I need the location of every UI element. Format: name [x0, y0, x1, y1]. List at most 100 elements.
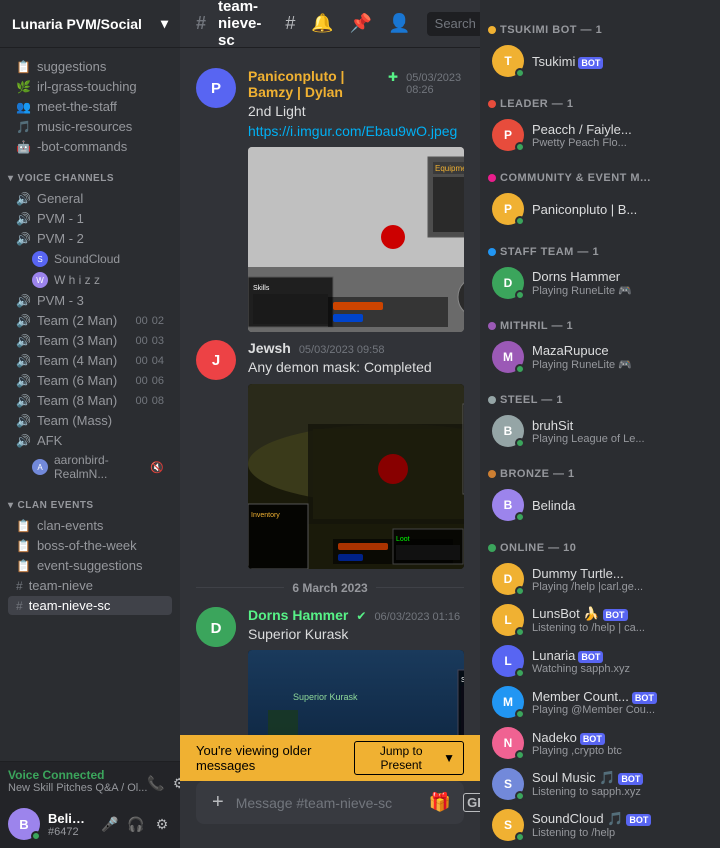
message-link[interactable]: https://i.imgur.com/Ebau9wO.jpeg: [248, 123, 457, 139]
speaker-icon: 🔊: [16, 374, 31, 388]
member-info: SoundCloud 🎵BOT Listening to /help: [532, 811, 708, 839]
status-dot: [515, 290, 525, 300]
date-divider: 6 March 2023: [180, 573, 480, 603]
sub-user-soundcloud[interactable]: S SoundCloud: [8, 249, 172, 269]
voice-channel-team3[interactable]: 🔊 Team (3 Man) 0003: [8, 331, 172, 350]
date-divider-text: 6 March 2023: [292, 581, 367, 595]
svg-text:Skills: Skills: [253, 285, 270, 292]
member-mazarupuce[interactable]: M MazaRupuce Playing RuneLite 🎮: [484, 337, 716, 377]
voice-channel-team2[interactable]: 🔊 Team (2 Man) 0002: [8, 311, 172, 330]
avatar: L: [492, 604, 524, 636]
member-lunsbot[interactable]: L LunsBot 🍌BOT Listening to /help | ca..…: [484, 600, 716, 640]
sub-user-aaronbird[interactable]: A aaronbird-RealmN... 🔇: [8, 451, 172, 483]
voice-channel-team6[interactable]: 🔊 Team (6 Man) 0006: [8, 371, 172, 390]
bell-icon[interactable]: 🔔: [311, 13, 333, 34]
member-soundcloud[interactable]: S SoundCloud 🎵BOT Listening to /help: [484, 805, 716, 845]
message-author: Jewsh: [248, 340, 291, 356]
sidebar-item-bot-commands[interactable]: 🤖 -bot-commands: [8, 137, 172, 156]
voice-channels-header[interactable]: ▾ VOICE CHANNELS: [0, 157, 180, 188]
microphone-icon[interactable]: 🎤: [100, 814, 120, 834]
bot-badge: BOT: [578, 651, 603, 663]
members-icon[interactable]: 👤: [388, 13, 410, 34]
sidebar-item-music[interactable]: 🎵 music-resources: [8, 117, 172, 136]
settings-icon[interactable]: ⚙: [173, 775, 180, 792]
member-bruhsit[interactable]: B bruhSit Playing League of Le...: [484, 411, 716, 451]
voice-channel-general[interactable]: 🔊 General: [8, 189, 172, 208]
sidebar-item-irl-grass[interactable]: 🌿 irl-grass-touching: [8, 77, 172, 96]
voice-channel-mass[interactable]: 🔊 Team (Mass): [8, 411, 172, 430]
voice-connected-status: Voice Connected: [8, 768, 147, 782]
avatar: P: [196, 68, 236, 108]
server-header[interactable]: Lunaria PVM/Social ▾: [0, 0, 180, 48]
message-body: 2nd Light https://i.imgur.com/Ebau9wO.jp…: [248, 102, 464, 141]
message-timestamp: 05/03/2023 08:26: [406, 72, 464, 96]
message-group: P Paniconpluto | Bamzy | Dylan ✚ 05/03/2…: [180, 64, 480, 336]
sidebar-item-team-nieve-sc[interactable]: # team-nieve-sc: [8, 596, 172, 615]
member-activity: Playing /help |carl.ge...: [532, 581, 708, 593]
status-dot: [515, 750, 525, 760]
member-paniconpluto[interactable]: P Paniconpluto | B...: [484, 189, 716, 229]
sidebar-item-boss-week[interactable]: 📋 boss-of-the-week: [8, 536, 172, 555]
member-name: TsukimiBOT: [532, 54, 708, 69]
member-belinda[interactable]: B Belinda: [484, 485, 716, 525]
sidebar-item-suggestions[interactable]: 📋 suggestions: [8, 57, 172, 76]
gif-icon[interactable]: GIF: [463, 793, 480, 812]
search-bar[interactable]: 🔍: [427, 12, 480, 36]
sidebar-item-clan-events[interactable]: 📋 clan-events: [8, 516, 172, 535]
clan-events-header[interactable]: ▾ CLAN EVENTS: [0, 484, 180, 515]
member-name: NadekoBOT: [532, 730, 708, 745]
member-lunaria[interactable]: L LunariaBOT Watching sapph.xyz: [484, 641, 716, 681]
message-image: Equipment Skills GP: [248, 147, 464, 332]
sidebar-item-team-nieve[interactable]: # team-nieve: [8, 576, 172, 595]
jump-to-present-button[interactable]: Jump to Present ▼: [354, 741, 464, 775]
status-dot: [515, 668, 525, 678]
sub-user-name: W h i z z: [54, 273, 100, 287]
pin-icon[interactable]: 📌: [350, 13, 372, 34]
sub-user-avatar: A: [32, 459, 48, 475]
member-member-count[interactable]: M Member Count...BOT Playing @Member Cou…: [484, 682, 716, 722]
member-soul-music[interactable]: S Soul Music 🎵BOT Listening to sapph.xyz: [484, 764, 716, 804]
voice-channel-pvm1[interactable]: 🔊 PVM - 1: [8, 209, 172, 228]
member-info: Member Count...BOT Playing @Member Cou..…: [532, 689, 708, 716]
voice-channel-pvm2[interactable]: 🔊 PVM - 2: [8, 229, 172, 248]
member-activity: Playing League of Le...: [532, 433, 708, 445]
status-dot: [515, 364, 525, 374]
speaker-icon: 🔊: [16, 294, 31, 308]
search-input[interactable]: [435, 16, 480, 31]
sidebar-item-meet-staff[interactable]: 👥 meet-the-staff: [8, 97, 172, 116]
channel-label: suggestions: [37, 59, 106, 74]
member-tsukimi[interactable]: T TsukimiBOT: [484, 41, 716, 81]
plus-icon[interactable]: +: [212, 791, 224, 814]
member-name: Peacch / Faiyle...: [532, 122, 708, 137]
member-dummy-turtle[interactable]: D Dummy Turtle... Playing /help |carl.ge…: [484, 559, 716, 599]
voice-nums: 0003: [136, 335, 165, 347]
voice-channel-afk[interactable]: 🔊 AFK: [8, 431, 172, 450]
speaker-icon: 🔊: [16, 232, 31, 246]
user-tag: #6472: [48, 826, 92, 838]
settings-icon[interactable]: ⚙: [152, 814, 172, 834]
checkmark-icon: ✔: [356, 609, 366, 623]
pinned-icon[interactable]: #: [285, 13, 295, 34]
phone-icon[interactable]: 📞: [147, 775, 164, 792]
headphones-icon[interactable]: 🎧: [126, 814, 146, 834]
avatar: M: [492, 341, 524, 373]
member-peacch[interactable]: P Peacch / Faiyle... Pwetty Peach Flo...: [484, 115, 716, 155]
voice-channel-team8[interactable]: 🔊 Team (8 Man) 0008: [8, 391, 172, 410]
member-nadeko[interactable]: N NadekoBOT Playing ,crypto btc: [484, 723, 716, 763]
collapse-icon: ▾: [8, 500, 14, 511]
message-input[interactable]: [236, 795, 417, 811]
member-dorns[interactable]: D Dorns Hammer Playing RuneLite 🎮: [484, 263, 716, 303]
bot-badge: BOT: [632, 692, 657, 704]
messages-area[interactable]: P Paniconpluto | Bamzy | Dylan ✚ 05/03/2…: [180, 48, 480, 735]
sidebar-item-event-suggestions[interactable]: 📋 event-suggestions: [8, 556, 172, 575]
channel-name: team-nieve-sc: [218, 0, 261, 49]
voice-nums: 0002: [136, 315, 165, 327]
plus-icon: ✚: [388, 70, 398, 84]
gift-icon[interactable]: 🎁: [429, 792, 451, 813]
voice-channel-team4[interactable]: 🔊 Team (4 Man) 0004: [8, 351, 172, 370]
status-dot: [515, 627, 525, 637]
sub-user-whizz[interactable]: W W h i z z: [8, 270, 172, 290]
voice-channel-pvm3[interactable]: 🔊 PVM - 3: [8, 291, 172, 310]
svg-text:Inventory: Inventory: [251, 512, 280, 519]
member-name: Dummy Turtle...: [532, 566, 708, 581]
